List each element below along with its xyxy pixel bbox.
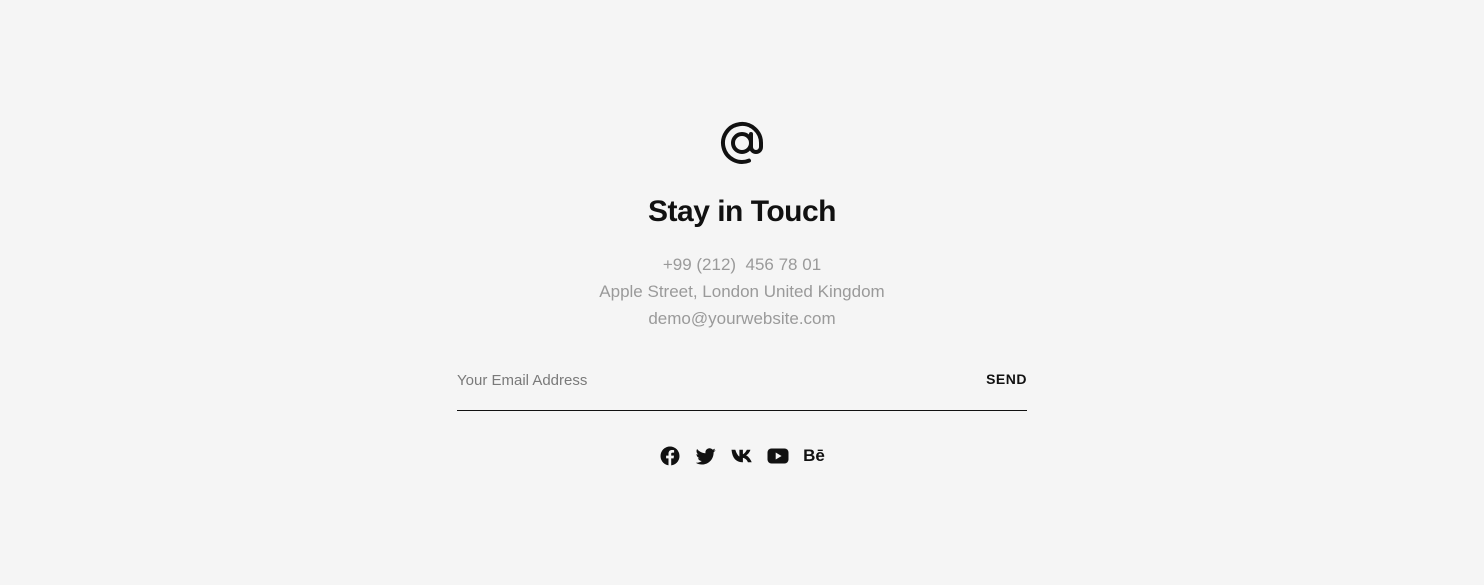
- behance-icon: Bē: [803, 446, 825, 465]
- twitter-link[interactable]: [695, 445, 717, 467]
- section-title: Stay in Touch: [648, 195, 836, 228]
- youtube-icon: [767, 448, 789, 464]
- youtube-link[interactable]: [767, 445, 789, 467]
- social-links: Bē: [0, 445, 1484, 467]
- send-button[interactable]: SEND: [986, 371, 1027, 387]
- twitter-icon: [696, 447, 716, 464]
- at-sign-icon: [721, 121, 764, 164]
- address-text: Apple Street, London United Kingdom: [599, 282, 885, 301]
- phone-number: +99 (212) 456 78 01: [662, 255, 822, 274]
- subscribe-form: SEND: [457, 360, 1027, 411]
- contact-email: demo@yourwebsite.com: [648, 309, 836, 328]
- behance-link[interactable]: Bē: [803, 445, 825, 467]
- vk-link[interactable]: [731, 445, 753, 467]
- email-input[interactable]: [457, 368, 957, 392]
- contact-section: Stay in Touch +99 (212) 456 78 01 Apple …: [0, 0, 1484, 585]
- facebook-icon: [660, 446, 680, 466]
- vk-icon: [731, 449, 752, 463]
- facebook-link[interactable]: [659, 445, 681, 467]
